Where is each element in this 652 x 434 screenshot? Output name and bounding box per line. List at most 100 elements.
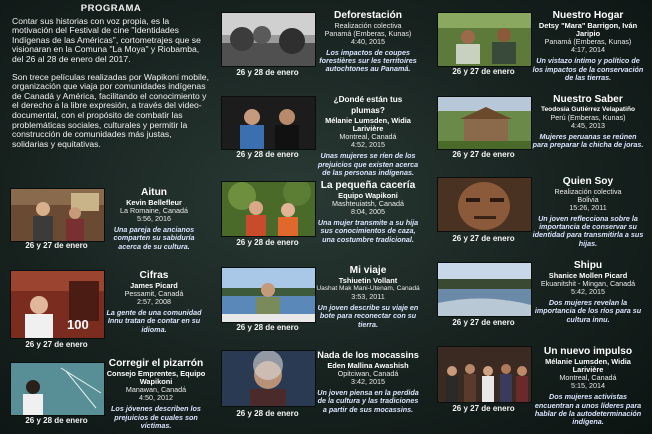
screening-dates: 26 y 28 de enero [25, 416, 88, 425]
film-description: Los jóvenes describen los prejuicios de … [111, 404, 201, 430]
screening-dates: 26 y 27 de enero [25, 241, 88, 250]
film-director: Detsy "Mara" Barrigon, Iván Jaripio [538, 21, 638, 39]
film-duration-year: 4:45, 2013 [571, 121, 605, 131]
film-duration-year: 5:56, 2016 [137, 214, 171, 224]
film-thumbnail [437, 346, 532, 403]
film-info: Quien Soy Realización colectiva Bolivia … [532, 176, 644, 248]
film-title: Nada de los mocassins [317, 350, 419, 360]
film-description: Dos mujeres revelan la importancia de lo… [534, 298, 642, 324]
thumbnail-image [438, 178, 531, 231]
film-title: Deforestación [334, 10, 402, 21]
film-thumbnail [437, 96, 532, 150]
thumbnail-image [438, 97, 531, 149]
film-duration-year: 4:40, 2015 [351, 37, 385, 46]
screening-dates: 26 y 28 de enero [236, 68, 299, 77]
film-thumbnail [10, 362, 105, 416]
film-thumbnail [221, 267, 316, 323]
film-director: Tshiuetin Vollant [338, 276, 398, 285]
program-intro: PROGRAMA Contar sus historias con voz pr… [12, 4, 210, 157]
film-director: Consejo Emprentes, Equipo Wapikoni [106, 369, 206, 387]
film-thumbnail [221, 12, 316, 67]
film-title: Un nuevo impulso [543, 346, 633, 357]
film-title: Nuestro Hogar [552, 10, 624, 21]
film-info: Shipu Shanice Mollen Picard Ekuanitshit … [532, 260, 644, 324]
screening-dates: 26 y 27 de enero [452, 150, 515, 159]
film-title: Corregir el pizarrón [108, 358, 204, 369]
film-duration-year: 4:50, 2012 [139, 393, 173, 403]
thumbnail-image [222, 351, 315, 406]
film-info: Nada de los mocassins Eden Mallina Awash… [316, 350, 420, 414]
film-thumbnail [221, 181, 316, 237]
film-description: Mujeres peruanas se reúnen para preparar… [532, 132, 644, 150]
film-description: Una mujer transmite a su hija sus conoci… [317, 218, 419, 244]
film-title: Quien Soy [562, 176, 614, 187]
film-duration-year: 3:42, 2015 [351, 377, 385, 387]
film-duration-year: 2:57, 2008 [137, 297, 171, 307]
film-title: Shipu [573, 260, 603, 271]
thumbnail-image [222, 182, 315, 236]
film-thumbnail [221, 350, 316, 407]
thumbnail-image [222, 268, 315, 322]
film-info: ¿Dondé están tus plumas? Mélanie Lumsden… [316, 94, 420, 177]
intro-paragraph-2: Son trece películas realizadas por Wapik… [12, 71, 209, 149]
film-description: Dos mujeres activistas encuentran a unos… [534, 392, 642, 427]
film-director: Mélanie Lumsden, Widia Larivière [325, 116, 411, 134]
film-duration-year: 5:42, 2015 [571, 287, 605, 297]
thumbnail-image [11, 189, 104, 241]
film-info: Mi viaje Tshiuetin Vollant Uashat Mak Ma… [316, 265, 420, 329]
screening-dates: 26 y 27 de enero [25, 340, 88, 349]
film-description: Una pareja de ancianos comparten su sabi… [113, 225, 195, 251]
thumbnail-image [11, 363, 104, 415]
thumbnail-image [438, 263, 531, 316]
film-thumbnail [10, 188, 105, 242]
film-description: Un joven reflecciona sobre la importanci… [532, 214, 644, 248]
film-info: Un nuevo impulso Mélanie Lumsden, Widia … [532, 346, 644, 426]
thumbnail-image [222, 97, 315, 149]
film-director: Mélanie Lumsden, Widia Larivière [545, 357, 631, 375]
overlay-number: 100 [67, 317, 89, 332]
screening-dates: 26 y 28 de enero [236, 150, 299, 159]
film-description: Un joven piensa en la perdida de la cult… [317, 388, 419, 414]
film-description: Unas mujeres se ríen de los prejuicios q… [317, 151, 419, 177]
film-duration-year: 4:52, 2015 [351, 140, 385, 150]
film-info: La pequeña cacería Equipo Wapikoni Masht… [316, 180, 420, 244]
screening-dates: 26 y 28 de enero [236, 238, 299, 247]
program-title: PROGRAMA [80, 3, 142, 14]
film-thumbnail [221, 96, 316, 150]
film-title: Aitun [140, 187, 168, 198]
film-info: Nuestro Saber Teodosia Gutiérrez Velapat… [532, 94, 644, 150]
film-thumbnail [437, 262, 532, 317]
thumbnail-image [438, 13, 531, 66]
film-description: La gente de una comunidad Innu tratan de… [106, 308, 202, 334]
film-duration-year: 5:15, 2014 [571, 381, 605, 391]
film-description: Un joven describe su viaje en bote para … [317, 303, 419, 329]
screening-dates: 26 y 27 de enero [452, 234, 515, 243]
film-duration-year: 8:04, 2005 [351, 207, 385, 217]
film-title: ¿Dondé están tus plumas? [333, 95, 403, 115]
film-duration-year: 15:26, 2011 [569, 203, 607, 212]
film-thumbnail [437, 12, 532, 67]
film-duration-year: 3:53, 2011 [351, 292, 385, 302]
film-thumbnail [437, 177, 532, 232]
film-info: Deforestación Realización colectiva Pana… [316, 10, 420, 74]
thumbnail-image [222, 13, 315, 66]
film-title: La pequeña cacería [320, 180, 416, 191]
film-description: Los impactos de coupes forestières sur l… [319, 48, 417, 74]
film-info: Corregir el pizarrón Consejo Emprentes, … [104, 358, 208, 430]
screening-dates: 26 y 28 de enero [236, 409, 299, 418]
screening-dates: 26 y 27 de enero [452, 318, 515, 327]
film-title: Cifras [139, 270, 169, 281]
film-description: Un vistazo íntimo y político de los impa… [532, 56, 644, 82]
film-duration-year: 4:17, 2014 [571, 45, 605, 55]
thumbnail-image: 100 [11, 271, 104, 338]
film-thumbnail: 100 [10, 270, 105, 339]
film-info: Aitun Kevin Bellefleur La Romaine, Canad… [104, 187, 204, 251]
film-info: Nuestro Hogar Detsy "Mara" Barrigon, Ivá… [532, 10, 644, 82]
intro-paragraph-1: Contar sus historias con voz propia, es … [12, 15, 201, 64]
screening-dates: 26 y 27 de enero [452, 404, 515, 413]
film-title: Nuestro Saber [553, 94, 623, 105]
film-title: Mi viaje [349, 265, 387, 276]
screening-dates: 26 y 28 de enero [236, 323, 299, 332]
film-info: Cifras James Picard Pessamit, Canadá 2:5… [104, 270, 204, 334]
thumbnail-image [438, 347, 531, 402]
